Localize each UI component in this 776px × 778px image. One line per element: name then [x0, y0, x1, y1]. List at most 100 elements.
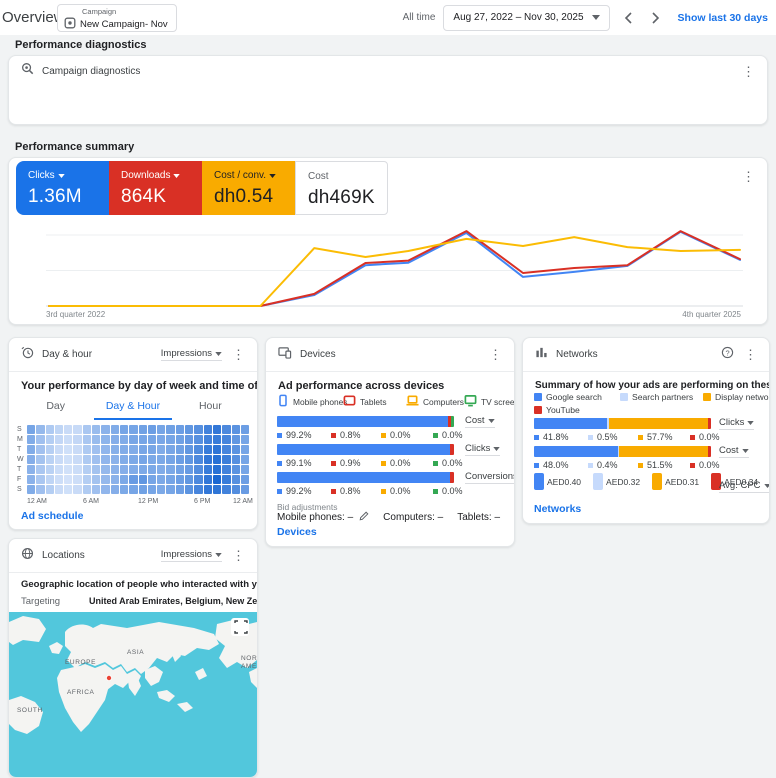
map-label-south: SOUTH	[17, 707, 43, 714]
heatmap-cell	[120, 485, 128, 494]
heatmap-cell	[166, 435, 174, 444]
heatmap-cell	[204, 475, 212, 484]
bar-value: 0.4%	[588, 460, 618, 470]
bar-segment	[451, 416, 454, 427]
campaign-selector[interactable]: Campaign New Campaign- Nov	[57, 4, 177, 32]
heatmap-cell	[204, 445, 212, 454]
heatmap-cell	[129, 475, 137, 484]
avg-cpc-dropdown[interactable]: Avg. CPC	[719, 480, 770, 493]
stacked-bar-cost[interactable]	[534, 446, 711, 457]
bar-value: 99.2%	[277, 430, 312, 440]
heatmap-cell	[222, 435, 230, 444]
networks-link[interactable]: Networks	[534, 503, 581, 515]
clicks-dropdown[interactable]: Clicks	[465, 443, 500, 456]
heatmap-cell	[194, 425, 202, 434]
kebab-menu-icon[interactable]: ⋮	[742, 65, 755, 78]
heatmap-cell	[64, 455, 72, 464]
heatmap-cell	[222, 445, 230, 454]
locations-description: Geographic location of people who intera…	[21, 579, 258, 590]
heatmap-cell	[46, 425, 54, 434]
legend-swatch	[534, 393, 542, 401]
kebab-menu-icon[interactable]: ⋮	[744, 348, 757, 361]
metric-card-cost-conv-[interactable]: Cost / conv.dh0.54	[202, 161, 295, 215]
legend-item-tablets: Tablets	[343, 394, 387, 409]
metric-value: 1.36M	[28, 186, 109, 208]
bid-adjustments-row: Mobile phones: –Computers: –Tablets: –	[277, 511, 500, 524]
heatmap-cell	[46, 465, 54, 474]
heatmap-cell	[194, 445, 202, 454]
conversions-dropdown[interactable]: Conversions	[465, 471, 515, 484]
chart-line-cost-conv-	[49, 237, 740, 306]
heatmap-cell	[64, 435, 72, 444]
stacked-bar-clicks[interactable]	[277, 444, 454, 455]
heatmap-cell	[73, 465, 81, 474]
devices-icon	[278, 346, 292, 364]
performance-summary-card: Clicks1.36MDownloads864KCost / conv.dh0.…	[8, 157, 768, 325]
kebab-menu-icon[interactable]: ⋮	[232, 549, 245, 562]
heatmap-cell	[111, 445, 119, 454]
metric-dropdown[interactable]: Impressions	[161, 549, 222, 562]
heatmap-cell	[222, 455, 230, 464]
stacked-bar-cost[interactable]	[277, 416, 454, 427]
stacked-bar-conversions[interactable]	[277, 472, 454, 483]
heatmap-cell	[73, 455, 81, 464]
heatmap-cell	[148, 465, 156, 474]
heatmap-cell	[120, 475, 128, 484]
heatmap-cell	[148, 455, 156, 464]
help-icon[interactable]: ?	[721, 346, 734, 364]
heatmap-cell	[139, 475, 147, 484]
heatmap-cell	[73, 435, 81, 444]
networks-description: Summary of how your ads are performing o…	[535, 380, 770, 391]
kebab-menu-icon[interactable]: ⋮	[742, 170, 755, 183]
pencil-icon[interactable]	[359, 511, 369, 524]
metric-card-clicks[interactable]: Clicks1.36M	[16, 161, 109, 215]
date-prev-button[interactable]	[618, 8, 638, 28]
locations-card: Locations Impressions ⋮ Geographic locat…	[8, 538, 258, 778]
metric-dropdown[interactable]: Impressions	[161, 348, 222, 361]
heatmap-cell	[176, 465, 184, 474]
cost-dropdown[interactable]: Cost	[465, 415, 495, 428]
heatmap-cell	[83, 445, 91, 454]
heatmap-row-label: M	[17, 435, 24, 445]
campaign-selector-label: Campaign	[82, 7, 168, 16]
tab-hour[interactable]: Hour	[172, 394, 249, 420]
heatmap-row-label: F	[17, 475, 24, 485]
heatmap-cell	[83, 485, 91, 494]
fullscreen-icon[interactable]	[231, 618, 249, 636]
devices-link[interactable]: Devices	[277, 526, 317, 538]
heatmap-cell	[92, 455, 100, 464]
cost-dropdown[interactable]: Cost	[719, 445, 749, 458]
heatmap-cell	[46, 475, 54, 484]
date-next-button[interactable]	[646, 8, 666, 28]
heatmap-cell	[55, 455, 63, 464]
heatmap-cell	[157, 485, 165, 494]
heatmap-hour-label: 6 PM	[194, 498, 210, 505]
metric-card-downloads[interactable]: Downloads864K	[109, 161, 202, 215]
heatmap-cell	[176, 485, 184, 494]
heatmap-row-labels: SMTWTFS	[17, 425, 24, 495]
avg-cpc-value: AED0.32	[606, 477, 640, 487]
heatmap-cell	[185, 455, 193, 464]
heatmap-cell	[222, 475, 230, 484]
stacked-bar-clicks[interactable]	[534, 418, 711, 429]
heatmap-cell	[64, 425, 72, 434]
heatmap-cell	[101, 445, 109, 454]
heatmap-cell	[129, 485, 137, 494]
tab-day[interactable]: Day	[17, 394, 94, 420]
heatmap-cell	[139, 455, 147, 464]
tab-day-hour[interactable]: Day & Hour	[94, 394, 171, 420]
show-last-30-days-link[interactable]: Show last 30 days	[678, 12, 768, 24]
legend-swatch	[703, 393, 711, 401]
avg-cpc-value: AED0.31	[665, 477, 699, 487]
heatmap-cell	[194, 455, 202, 464]
bar-value: 0.8%	[331, 430, 361, 440]
tv-icon	[464, 394, 477, 409]
metric-label: Downloads	[121, 170, 202, 181]
kebab-menu-icon[interactable]: ⋮	[489, 348, 502, 361]
world-map[interactable]: ASIA EUROPE AFRICA NOR AME SOUTH	[9, 612, 257, 777]
heatmap-cell	[36, 475, 44, 484]
kebab-menu-icon[interactable]: ⋮	[232, 348, 245, 361]
date-range-selector[interactable]: Aug 27, 2022 – Nov 30, 2025	[443, 5, 609, 31]
clicks-dropdown[interactable]: Clicks	[719, 417, 754, 430]
ad-schedule-link[interactable]: Ad schedule	[21, 510, 83, 522]
